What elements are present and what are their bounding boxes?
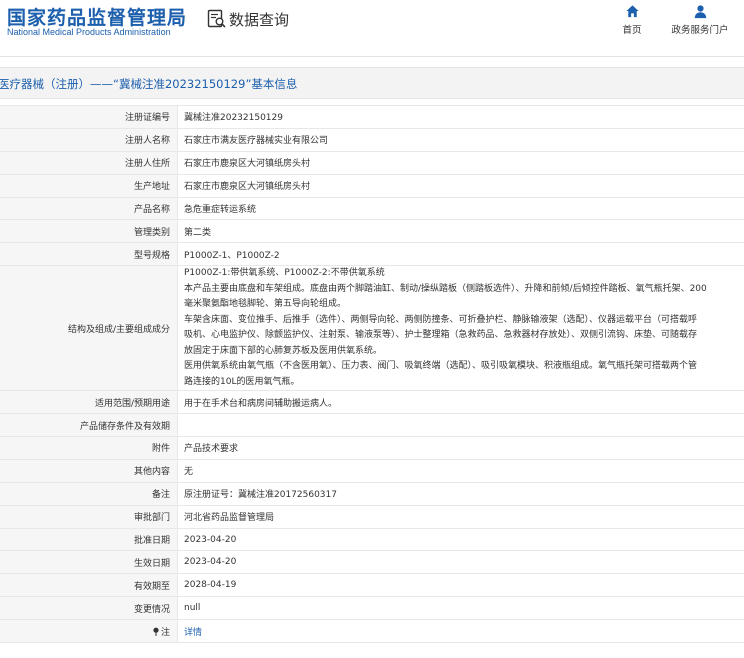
table-row: 管理类别 第二类 (0, 219, 744, 244)
table-row: 其他内容 无 (0, 458, 744, 483)
structure-line: 车架含床面、变位推手、后推手（选件）、两侧导向轮、两侧防撞条、可折叠护栏、静脉输… (184, 314, 698, 325)
nav-service-portal[interactable]: 政务服务门户 (665, 4, 735, 36)
table-row: 生效日期 2023-04-20 (0, 550, 744, 575)
row-label: 产品名称 (0, 196, 178, 221)
structure-line: 医用供氧系统由氧气瓶（不含医用氧）、压力表、阀门、吸氧终端（选配）、吸引吸氧模块… (184, 361, 698, 372)
structure-line: 吸机、心电监护仪、除颤监护仪、注射泵、输液泵等）、护士整理箱（急救药品、急救器材… (184, 330, 698, 341)
row-label: 注册证编号 (0, 105, 178, 129)
details-link[interactable]: 详情 (184, 628, 202, 638)
row-label: 注册人住所 (0, 150, 178, 175)
row-label: 生产地址 (0, 173, 178, 198)
detail-title-bar: 医疗器械（注册）——“冀械注准20232150129”基本信息 (0, 67, 744, 99)
table-row: 产品名称 急危重症转运系统 (0, 196, 744, 221)
nav-home-label: 首页 (622, 25, 642, 36)
home-icon (625, 5, 639, 18)
site-logo-subtitle[interactable]: National Medical Products Administration (7, 27, 171, 37)
row-label: 结构及组成/主要组成成分 (0, 265, 178, 392)
row-label: 适用范围/预期用途 (0, 390, 178, 415)
row-value: 冀械注准20232150129 (177, 105, 744, 129)
row-value: 急危重症转运系统 (177, 196, 744, 221)
row-label: 其他内容 (0, 458, 178, 483)
row-label: 有效期至 (0, 573, 178, 598)
structure-line: 放固定于床面下部的心肺复苏板及医用供氧系统。 (184, 345, 383, 356)
site-logo-title[interactable]: 国家药品监督管理局 (7, 3, 187, 30)
table-row: 产品储存条件及有效期 (0, 413, 744, 438)
table-row: 附件 产品技术要求 (0, 436, 744, 460)
row-value: 2023-04-20 (177, 550, 744, 575)
row-label: 注册人名称 (0, 127, 178, 152)
row-label: 产品储存条件及有效期 (0, 413, 178, 438)
row-label: 型号规格 (0, 242, 178, 267)
nav-home[interactable]: 首页 (615, 4, 649, 36)
note-value-cell: 详情 (177, 619, 744, 644)
data-query-icon (207, 9, 226, 28)
table-row: 注册证编号 冀械注准20232150129 (0, 105, 744, 129)
row-label: 备注 (0, 481, 178, 506)
row-value: 石家庄市鹿泉区大河镇纸房头村 (177, 173, 744, 198)
section-title: 数据查询 (229, 11, 290, 29)
row-value: 石家庄市满友医疗器械实业有限公司 (177, 127, 744, 152)
table-row: 批准日期 2023-04-20 (0, 527, 744, 552)
table-row: 型号规格 P1000Z-1、P1000Z-2 (0, 242, 744, 267)
row-label: 生效日期 (0, 550, 178, 575)
row-value: 2023-04-20 (177, 527, 744, 552)
structure-line: 路连接的10L的医用氧气瓶。 (184, 376, 300, 387)
nav-portal-label: 政务服务门户 (671, 25, 729, 36)
table-row: 注 详情 (0, 619, 744, 644)
row-value: 第二类 (177, 219, 744, 244)
table-row: 审批部门 河北省药品监督管理局 (0, 504, 744, 529)
note-label-cell: 注 (0, 619, 178, 644)
row-value: P1000Z-1、P1000Z-2 (177, 242, 744, 267)
row-label: 附件 (0, 436, 178, 460)
structure-line: 毫米聚氨酯地毯脚轮、第五导向轮组成。 (184, 299, 347, 310)
table-row: 注册人住所 石家庄市鹿泉区大河镇纸房头村 (0, 150, 744, 175)
row-value (177, 413, 744, 438)
detail-table: 注册证编号 冀械注准20232150129 注册人名称 石家庄市满友医疗器械实业… (0, 105, 744, 644)
table-row: 变更情况 null (0, 596, 744, 621)
note-label: 注 (160, 627, 170, 638)
detail-title: 医疗器械（注册）——“冀械注准20232150129”基本信息 (0, 77, 298, 91)
row-label: 变更情况 (0, 596, 178, 621)
site-header: 国家药品监督管理局 National Medical Products Admi… (0, 0, 744, 56)
structure-line: P1000Z-1:带供氧系统、P1000Z-2:不带供氧系统 (184, 268, 385, 279)
table-row: 有效期至 2028-04-19 (0, 573, 744, 598)
structure-text: P1000Z-1:带供氧系统、P1000Z-2:不带供氧系统 本产品主要由底盘和… (177, 265, 744, 392)
table-row: 结构及组成/主要组成成分 P1000Z-1:带供氧系统、P1000Z-2:不带供… (0, 265, 744, 392)
table-row: 适用范围/预期用途 用于在手术台和病房间辅助搬运病人。 (0, 390, 744, 415)
table-row: 备注 原注册证号：冀械注准20172560317 (0, 481, 744, 506)
row-value: 用于在手术台和病房间辅助搬运病人。 (177, 390, 744, 415)
table-row: 注册人名称 石家庄市满友医疗器械实业有限公司 (0, 127, 744, 152)
row-value: 产品技术要求 (177, 436, 744, 460)
row-label: 审批部门 (0, 504, 178, 529)
row-value: 原注册证号：冀械注准20172560317 (177, 481, 744, 506)
row-value: 无 (177, 458, 744, 483)
structure-line: 本产品主要由底盘和车架组成。底盘由两个脚踏油缸、制动/操纵踏板（侧踏板选件）、升… (184, 283, 707, 294)
table-row: 生产地址 石家庄市鹿泉区大河镇纸房头村 (0, 173, 744, 198)
row-label: 批准日期 (0, 527, 178, 552)
header-divider (0, 56, 744, 57)
pushpin-icon (153, 627, 159, 636)
row-value: 石家庄市鹿泉区大河镇纸房头村 (177, 150, 744, 175)
row-value: 2028-04-19 (177, 573, 744, 598)
row-value: 河北省药品监督管理局 (177, 504, 744, 529)
row-label: 管理类别 (0, 219, 178, 244)
row-value: null (177, 596, 744, 621)
user-icon (694, 5, 706, 19)
